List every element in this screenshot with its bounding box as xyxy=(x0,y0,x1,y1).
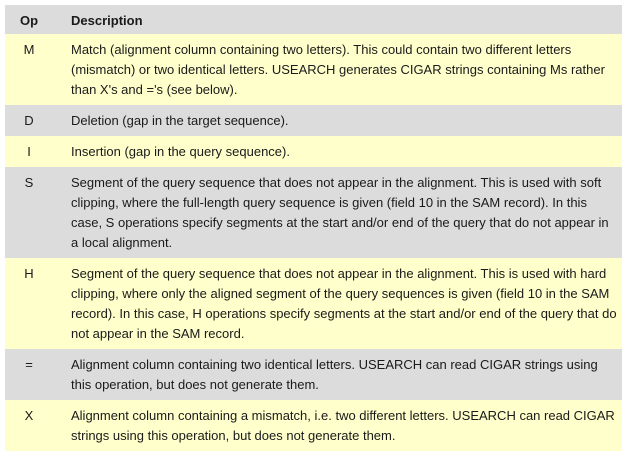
column-header-op: Op xyxy=(19,13,39,28)
op-description: Deletion (gap in the target sequence). xyxy=(71,113,289,128)
table-row: S Segment of the query sequence that doe… xyxy=(5,167,622,258)
op-description: Segment of the query sequence that does … xyxy=(71,266,617,341)
op-description: Alignment column containing two identica… xyxy=(71,357,598,392)
table-row: D Deletion (gap in the target sequence). xyxy=(5,105,622,136)
table-row: = Alignment column containing two identi… xyxy=(5,349,622,400)
table-header-row: Op Description xyxy=(5,5,622,34)
op-code: X xyxy=(24,408,34,423)
op-description: Alignment column containing a mismatch, … xyxy=(71,408,615,443)
op-description: Insertion (gap in the query sequence). xyxy=(71,144,290,159)
op-code: S xyxy=(24,175,34,190)
op-code: M xyxy=(23,42,35,57)
column-header-description: Description xyxy=(71,13,143,28)
table-row: X Alignment column containing a mismatch… xyxy=(5,400,622,451)
cigar-operations-table: Op Description M Match (alignment column… xyxy=(5,5,622,451)
table-row: M Match (alignment column containing two… xyxy=(5,34,622,105)
table-row: I Insertion (gap in the query sequence). xyxy=(5,136,622,167)
op-description: Segment of the query sequence that does … xyxy=(71,175,609,250)
op-code: = xyxy=(25,357,33,372)
op-description: Match (alignment column containing two l… xyxy=(71,42,605,97)
op-code: D xyxy=(24,113,34,128)
table-row: H Segment of the query sequence that doe… xyxy=(5,258,622,349)
op-code: H xyxy=(24,266,34,281)
op-code: I xyxy=(27,144,31,159)
